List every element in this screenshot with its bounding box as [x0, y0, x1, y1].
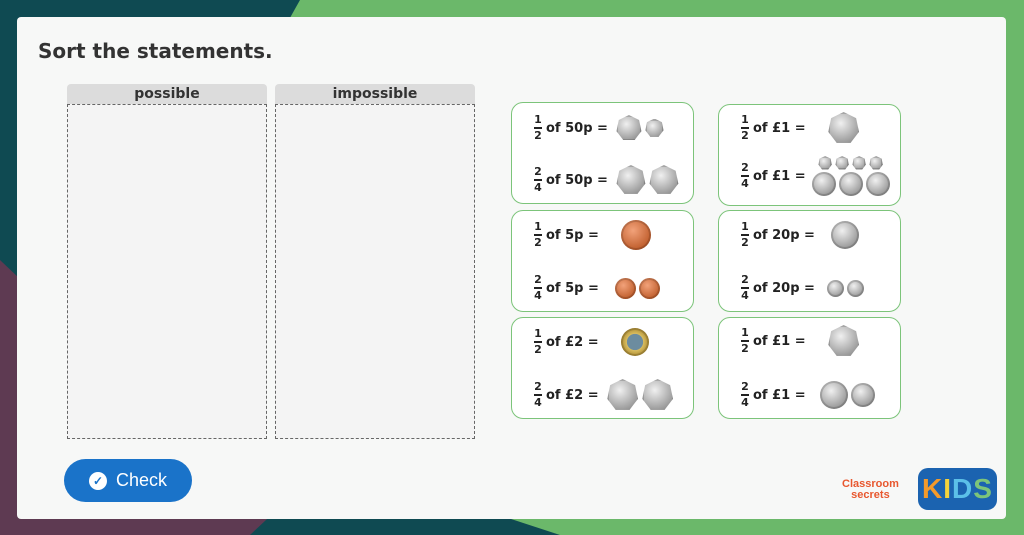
- fifty-pence-coin-icon: [607, 379, 638, 410]
- fifty-pence-coin-icon: [616, 165, 646, 194]
- two-pence-coin-icon: [620, 220, 651, 250]
- ten-pence-coin-icon: [818, 156, 832, 170]
- fifty-pence-coin-icon: [649, 165, 679, 194]
- statement-row: 24 of 20p =: [741, 271, 867, 305]
- kids-letter: D: [952, 473, 974, 504]
- kids-letter: S: [973, 473, 993, 504]
- fraction: 24: [741, 161, 749, 190]
- statement-card-1-pound[interactable]: 12 of £1 = 24 of £1 =: [718, 104, 901, 206]
- statement-row: 12 of 5p =: [534, 218, 654, 252]
- statement-row: 24 of 5p =: [534, 271, 663, 305]
- statement-card-2-pound[interactable]: 12 of £2 = 24 of £2 =: [511, 317, 694, 419]
- statement-text: of 5p =: [546, 280, 599, 296]
- fifty-pence-coin-icon: [828, 112, 859, 143]
- coin-group: [616, 115, 667, 141]
- coin-group: [830, 221, 862, 249]
- coin-group: [607, 379, 677, 411]
- classroom-secrets-logo: Classroom secrets: [842, 479, 899, 501]
- kids-letter: K: [922, 473, 944, 504]
- fraction: 24: [534, 165, 542, 194]
- twenty-pence-coin-icon: [811, 172, 836, 196]
- coin-group: [826, 279, 867, 297]
- drop-zone-possible[interactable]: [67, 104, 267, 439]
- coin-group: [620, 328, 652, 356]
- coin-group: [616, 165, 682, 195]
- statement-row: 12 of 20p =: [741, 218, 862, 252]
- page-title: Sort the statements.: [38, 39, 273, 63]
- coin-group: [828, 112, 863, 144]
- statement-text: of £1 =: [753, 168, 806, 184]
- statement-text: of 50p =: [546, 120, 608, 136]
- statement-row: 12 of £2 =: [534, 325, 652, 359]
- one-pence-coin-icon: [638, 277, 660, 299]
- statement-row: 12 of £1 =: [741, 111, 863, 145]
- fraction: 12: [534, 327, 542, 356]
- fraction: 12: [741, 113, 749, 142]
- statement-row: 24 of £1 =: [741, 153, 893, 199]
- statement-card-20p[interactable]: 12 of 20p = 24 of 20p =: [718, 210, 901, 312]
- twenty-pence-coin-icon: [850, 383, 875, 407]
- fifty-pence-coin-icon: [642, 379, 673, 410]
- coin-group: [819, 381, 878, 409]
- column-impossible: impossible: [275, 84, 475, 439]
- twenty-pence-coin-icon: [819, 381, 848, 409]
- ten-pence-coin-icon: [869, 156, 883, 170]
- twenty-pence-coin-icon: [616, 115, 642, 140]
- statement-text: of £2 =: [546, 387, 599, 403]
- twenty-pence-coin-icon: [865, 172, 890, 196]
- fraction: 24: [741, 273, 749, 302]
- statement-row: 12 of £1 =: [741, 324, 863, 358]
- fraction: 24: [741, 380, 749, 409]
- kids-logo: K I D S: [918, 468, 997, 510]
- statement-text: of 20p =: [753, 280, 815, 296]
- column-possible: possible: [67, 84, 267, 439]
- fraction: 12: [534, 113, 542, 142]
- check-button-label: Check: [115, 470, 168, 490]
- coin-group: [620, 220, 654, 250]
- statement-text: of £1 =: [753, 333, 806, 349]
- check-button[interactable]: ✓ Check: [64, 459, 192, 502]
- statement-text: of 5p =: [546, 227, 599, 243]
- statement-text: of 50p =: [546, 172, 608, 188]
- drop-zone-impossible[interactable]: [275, 104, 475, 439]
- coin-group: [614, 277, 663, 299]
- ten-pence-coin-icon: [835, 156, 849, 170]
- one-pound-coin-icon: [620, 328, 649, 356]
- fraction: 12: [741, 220, 749, 249]
- column-header-impossible: impossible: [275, 84, 475, 104]
- fifty-pence-coin-icon: [828, 325, 859, 356]
- five-pence-coin-icon: [826, 279, 844, 297]
- coin-group: [828, 325, 863, 357]
- logo-line-2: secrets: [851, 489, 890, 501]
- statement-text: of 20p =: [753, 227, 815, 243]
- activity-card: Sort the statements. possible impossible…: [17, 17, 1006, 519]
- ten-pence-coin-icon: [852, 156, 866, 170]
- twenty-pence-coin-icon: [645, 118, 664, 137]
- coin-group: [811, 156, 893, 196]
- statement-text: of £1 =: [753, 120, 806, 136]
- fraction: 24: [534, 273, 542, 302]
- twenty-pence-coin-icon: [838, 172, 863, 196]
- ten-pence-coin-icon: [830, 221, 859, 249]
- statement-card-1-pound-b[interactable]: 12 of £1 = 24 of £1 =: [718, 317, 901, 419]
- statement-row: 24 of £1 =: [741, 378, 878, 412]
- fraction: 12: [741, 326, 749, 355]
- statement-text: of £1 =: [753, 387, 806, 403]
- statement-text: of £2 =: [546, 334, 599, 350]
- statement-row: 24 of £2 =: [534, 378, 677, 412]
- statement-row: 12 of 50p =: [534, 111, 667, 145]
- one-pence-coin-icon: [614, 277, 636, 299]
- statement-card-5p[interactable]: 12 of 5p = 24 of 5p =: [511, 210, 694, 312]
- fraction: 24: [534, 380, 542, 409]
- statement-card-50p[interactable]: 12 of 50p = 24 of 50p =: [511, 102, 694, 204]
- fraction: 12: [534, 220, 542, 249]
- five-pence-coin-icon: [846, 279, 864, 297]
- statement-row: 24 of 50p =: [534, 163, 682, 197]
- column-header-possible: possible: [67, 84, 267, 104]
- kids-letter: I: [943, 473, 953, 504]
- check-circle-icon: ✓: [88, 471, 107, 490]
